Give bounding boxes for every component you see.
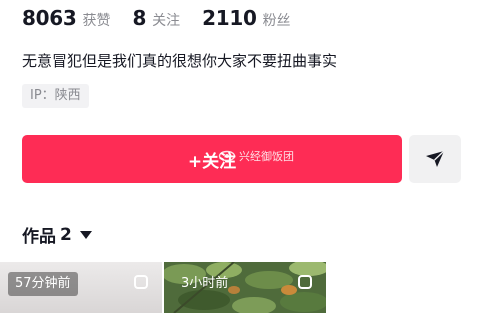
watermark-logo-icon <box>218 150 236 162</box>
watermark-text: 兴经御饭团 <box>239 150 294 163</box>
empty-thumbnail-slot <box>328 262 490 313</box>
send-icon <box>426 150 445 167</box>
works-tab[interactable]: 作品 2 <box>22 222 92 247</box>
follow-button[interactable]: +关注 <box>22 135 402 183</box>
caret-down-icon <box>79 230 92 239</box>
video-time-badge: 57分钟前 <box>8 272 78 296</box>
profile-bio: 无意冒犯但是我们真的很想你大家不要扭曲事实 <box>22 52 338 70</box>
video-thumbnail[interactable]: 57分钟前 <box>0 262 162 313</box>
following-label: 关注 <box>152 13 181 29</box>
ip-location-tag: IP：陕西 <box>22 84 89 108</box>
likes-count: 8063 <box>22 6 77 30</box>
video-thumbnail[interactable]: 3小时前 <box>164 262 326 313</box>
share-button[interactable] <box>409 135 461 183</box>
works-count: 2 <box>60 224 72 245</box>
followers-label: 粉丝 <box>262 13 291 29</box>
following-count: 8 <box>132 6 147 30</box>
select-checkbox[interactable] <box>298 275 312 289</box>
watermark: 兴经御饭团 <box>218 148 294 164</box>
video-time-badge: 3小时前 <box>181 276 229 291</box>
stat-likes[interactable]: 8063 获赞 <box>22 6 110 30</box>
profile-stats: 8063 获赞 8 关注 2110 粉丝 <box>22 6 313 32</box>
works-label: 作品 <box>22 227 56 247</box>
stat-following[interactable]: 8 关注 <box>132 6 180 30</box>
followers-count: 2110 <box>202 6 257 30</box>
stat-followers[interactable]: 2110 粉丝 <box>202 6 290 30</box>
select-checkbox[interactable] <box>134 275 148 289</box>
likes-label: 获赞 <box>82 13 111 29</box>
